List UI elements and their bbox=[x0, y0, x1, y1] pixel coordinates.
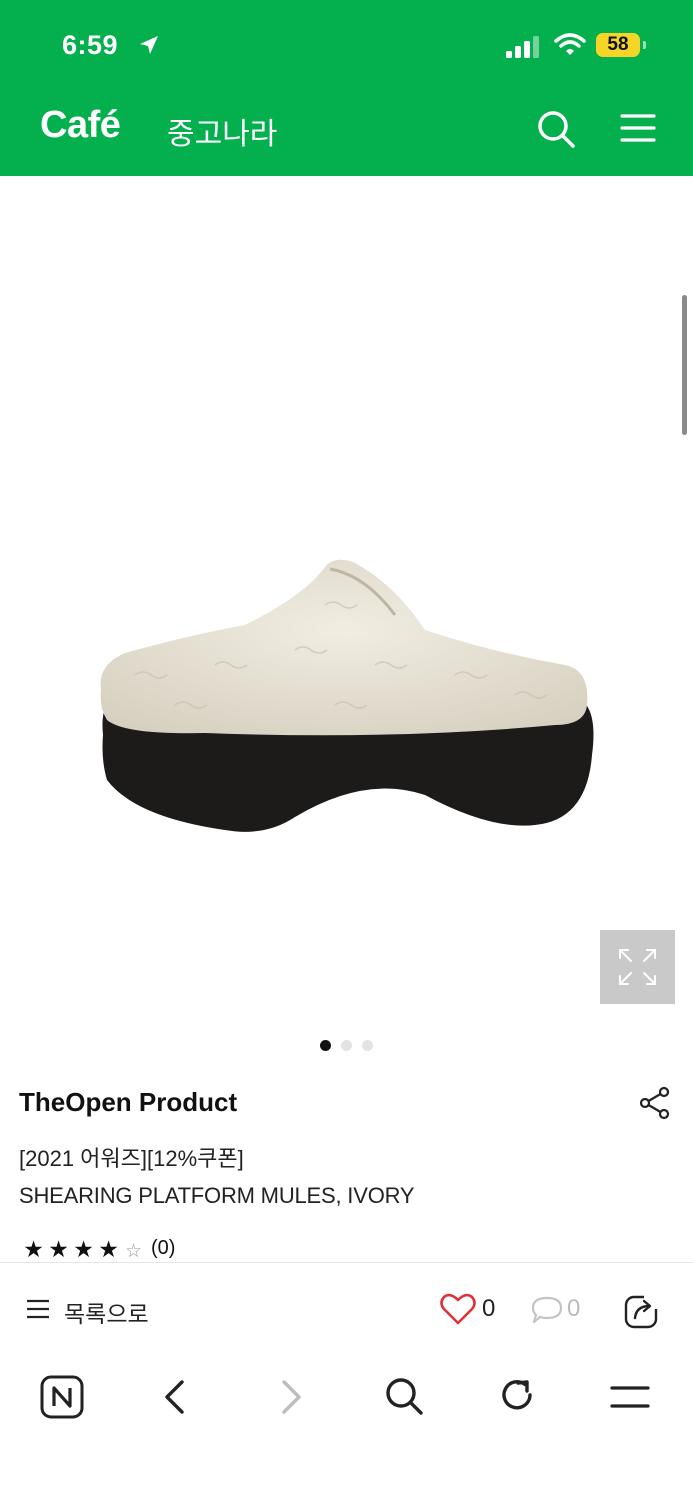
scrollbar[interactable] bbox=[682, 295, 687, 435]
product-image[interactable] bbox=[95, 555, 600, 840]
store-name[interactable]: TheOpen Product bbox=[19, 1087, 237, 1118]
status-time: 6:59 bbox=[62, 30, 119, 60]
battery-cap bbox=[643, 41, 646, 49]
star-filled-icon: ★ bbox=[48, 1236, 69, 1262]
forward-icon[interactable] bbox=[278, 1379, 304, 1415]
rating-stars: ★ ★ ★ ★ ☆ bbox=[21, 1236, 146, 1263]
fullscreen-button[interactable] bbox=[600, 930, 675, 1004]
app-header: 6:59 58 Café 중고나라 bbox=[0, 0, 693, 176]
article-action-bar: 목록으로 0 0 bbox=[0, 1262, 693, 1356]
like-count: 0 bbox=[482, 1295, 496, 1322]
refresh-icon[interactable] bbox=[498, 1376, 536, 1414]
battery-icon: 58 bbox=[596, 33, 640, 57]
product-title: SHEARING PLATFORM MULES, IVORY bbox=[19, 1183, 415, 1208]
share-icon[interactable] bbox=[638, 1086, 672, 1120]
share-export-icon[interactable] bbox=[624, 1293, 660, 1329]
carousel-dot[interactable] bbox=[320, 1040, 331, 1051]
menu-icon[interactable] bbox=[620, 113, 656, 143]
menu-icon[interactable] bbox=[610, 1385, 650, 1409]
cafe-name[interactable]: 중고나라 bbox=[167, 109, 277, 153]
carousel-dot[interactable] bbox=[341, 1040, 352, 1051]
location-arrow-icon bbox=[140, 36, 158, 54]
search-icon[interactable] bbox=[536, 109, 576, 149]
naver-home-icon[interactable] bbox=[40, 1375, 84, 1419]
heart-icon[interactable] bbox=[440, 1293, 476, 1325]
star-filled-icon: ★ bbox=[73, 1236, 94, 1262]
review-count[interactable]: (0) bbox=[151, 1237, 175, 1260]
star-filled-icon: ★ bbox=[23, 1236, 44, 1262]
star-filled-icon: ★ bbox=[98, 1236, 119, 1262]
browser-toolbar bbox=[0, 1355, 693, 1500]
search-icon[interactable] bbox=[384, 1376, 424, 1416]
back-icon[interactable] bbox=[162, 1379, 188, 1415]
signal-icon bbox=[506, 36, 539, 58]
comment-icon[interactable] bbox=[530, 1295, 564, 1325]
expand-icon bbox=[619, 949, 656, 985]
list-icon[interactable] bbox=[26, 1299, 50, 1319]
wifi-icon bbox=[554, 33, 586, 55]
back-to-list-button[interactable]: 목록으로 bbox=[64, 1295, 149, 1329]
battery-level: 58 bbox=[607, 34, 629, 55]
product-promo: [2021 어워즈][12%쿠폰] bbox=[19, 1146, 244, 1171]
cafe-logo[interactable]: Café bbox=[40, 104, 121, 147]
star-empty-icon: ☆ bbox=[124, 1241, 143, 1262]
comment-count: 0 bbox=[567, 1295, 581, 1322]
carousel-dot[interactable] bbox=[362, 1040, 373, 1051]
